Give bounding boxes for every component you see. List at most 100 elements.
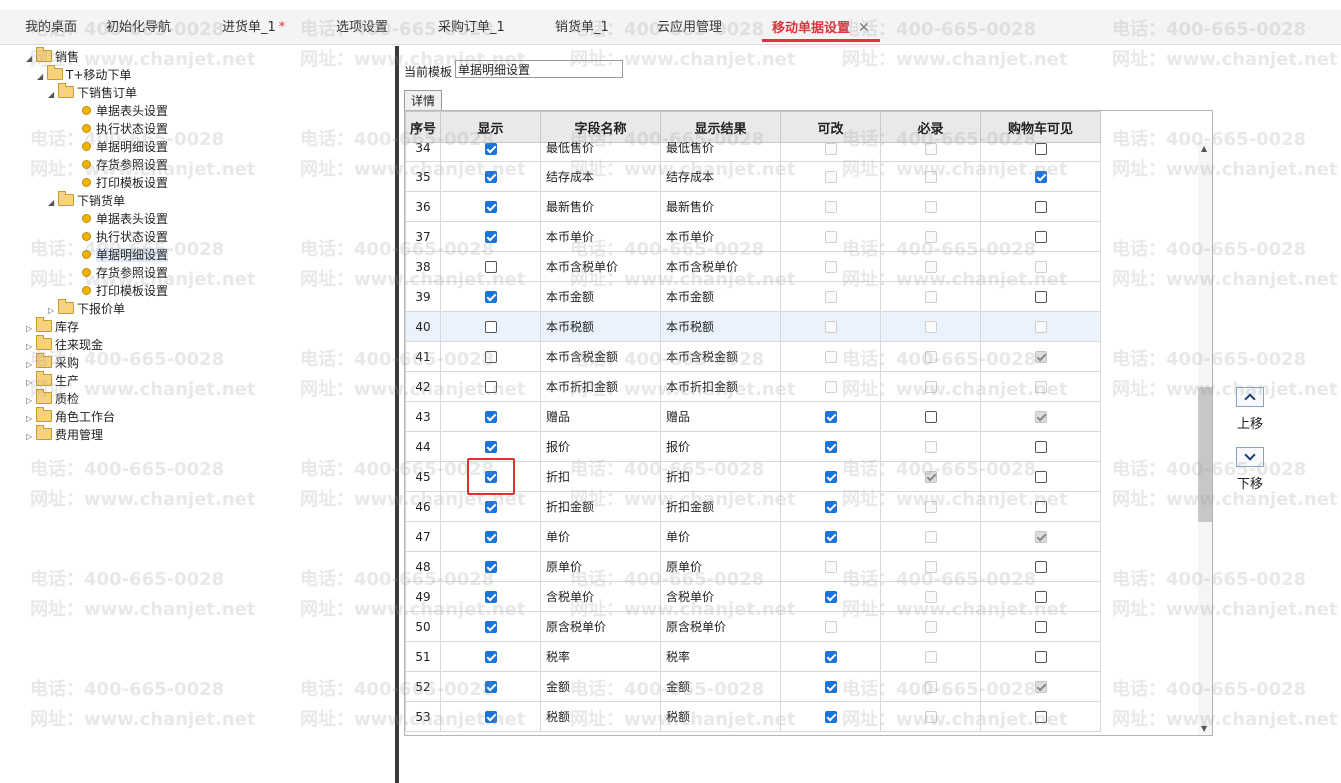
col-header-editable[interactable]: 可改 [780, 111, 881, 143]
show-checkbox[interactable] [484, 201, 497, 213]
editable-checkbox[interactable] [824, 591, 837, 603]
cart-checkbox[interactable] [1034, 501, 1047, 513]
col-header-result[interactable]: 显示结果 [660, 111, 781, 143]
show-checkbox[interactable] [484, 681, 497, 693]
tab-options[interactable]: 选项设置 [336, 10, 388, 44]
table-row[interactable]: 46 折扣金额 折扣金额 [405, 491, 1101, 522]
table-row[interactable]: 37 本币单价 本币单价 [405, 221, 1101, 252]
table-row[interactable]: 43 赠品 赠品 [405, 401, 1101, 432]
tree-folder[interactable]: ◢ 下销售订单 [48, 83, 137, 104]
scroll-up-icon[interactable]: ▲ [1201, 144, 1207, 153]
tab-purchase-receipt[interactable]: 进货单_1 * [222, 10, 285, 44]
col-header-cart[interactable]: 购物车可见 [980, 111, 1101, 143]
editable-checkbox[interactable] [824, 411, 837, 423]
show-checkbox[interactable] [484, 501, 497, 513]
table-row[interactable]: 38 本币含税单价 本币含税单价 [405, 251, 1101, 282]
expanded-arrow-icon[interactable]: ◢ [48, 86, 58, 104]
show-checkbox[interactable] [484, 143, 497, 155]
cart-checkbox[interactable] [1034, 471, 1047, 483]
show-checkbox[interactable] [484, 591, 497, 603]
cart-checkbox[interactable] [1034, 561, 1047, 573]
cart-checkbox[interactable] [1034, 591, 1047, 603]
table-row[interactable]: 48 原单价 原单价 [405, 551, 1101, 582]
cart-checkbox[interactable] [1034, 201, 1047, 213]
tab-cloud-apps[interactable]: 云应用管理 [657, 10, 722, 44]
show-checkbox[interactable] [484, 411, 497, 423]
table-row[interactable]: 36 最新售价 最新售价 [405, 191, 1101, 222]
show-checkbox[interactable] [484, 261, 497, 273]
tab-mobile-doc-settings[interactable]: 移动单据设置 ✕ [762, 10, 880, 42]
table-row[interactable]: 40 本币税额 本币税额 [405, 311, 1101, 342]
col-header-show[interactable]: 显示 [440, 111, 541, 143]
tree-leaf[interactable]: 单据表头设置 [82, 210, 168, 228]
table-row[interactable]: 49 含税单价 含税单价 [405, 581, 1101, 612]
show-checkbox[interactable] [484, 651, 497, 663]
editable-checkbox[interactable] [824, 711, 837, 723]
template-field[interactable]: 单据明细设置 [455, 60, 623, 78]
editable-checkbox[interactable] [824, 441, 837, 453]
tree-folder[interactable]: ◢ 下销货单 [48, 191, 125, 212]
tree-leaf[interactable]: 单据明细设置 [82, 246, 169, 264]
editable-checkbox[interactable] [824, 651, 837, 663]
table-row[interactable]: 41 本币含税金额 本币含税金额 [405, 341, 1101, 372]
col-header-field[interactable]: 字段名称 [540, 111, 661, 143]
tree-folder[interactable]: ▷ 费用管理 [26, 425, 103, 446]
editable-checkbox[interactable] [824, 531, 837, 543]
tree-leaf[interactable]: 存货参照设置 [82, 264, 168, 282]
editable-checkbox[interactable] [824, 681, 837, 693]
tree-leaf[interactable]: 执行状态设置 [82, 120, 168, 138]
table-row[interactable]: 50 原含税单价 原含税单价 [405, 611, 1101, 642]
cart-checkbox[interactable] [1034, 291, 1047, 303]
show-checkbox[interactable] [484, 321, 497, 333]
table-row[interactable]: 51 税率 税率 [405, 641, 1101, 672]
show-checkbox[interactable] [484, 561, 497, 573]
expanded-arrow-icon[interactable]: ◢ [37, 68, 47, 86]
vertical-scrollbar[interactable]: ▲ ▼ [1198, 142, 1212, 735]
show-checkbox[interactable] [484, 351, 497, 363]
tree-leaf[interactable]: 单据表头设置 [82, 102, 168, 120]
show-checkbox[interactable] [484, 711, 497, 723]
tree-leaf[interactable]: 存货参照设置 [82, 156, 168, 174]
tab-init-nav[interactable]: 初始化导航 [106, 10, 171, 44]
table-row[interactable]: 39 本币金额 本币金额 [405, 281, 1101, 312]
move-down-button[interactable] [1236, 447, 1264, 467]
cart-checkbox[interactable] [1034, 621, 1047, 633]
cart-checkbox[interactable] [1034, 171, 1047, 183]
tree-leaf[interactable]: 打印模板设置 [82, 282, 168, 300]
table-row[interactable]: 34 最低售价 最低售价 [405, 142, 1101, 162]
col-header-no[interactable]: 序号 [405, 111, 441, 143]
cart-checkbox[interactable] [1034, 441, 1047, 453]
scroll-thumb[interactable] [1198, 387, 1212, 522]
col-header-required[interactable]: 必录 [880, 111, 981, 143]
tree-leaf[interactable]: 打印模板设置 [82, 174, 168, 192]
tree-folder[interactable]: ◢ T+移动下单 [37, 65, 131, 86]
tree-folder[interactable]: ▷ 生产 [26, 371, 79, 390]
tab-purchase-order[interactable]: 采购订单_1 [438, 10, 505, 44]
show-checkbox[interactable] [484, 171, 497, 183]
show-checkbox[interactable] [484, 381, 497, 393]
editable-checkbox[interactable] [824, 471, 837, 483]
panel-splitter[interactable] [395, 46, 399, 783]
collapsed-arrow-icon[interactable]: ▷ [26, 428, 36, 446]
table-row[interactable]: 53 税额 税额 [405, 701, 1101, 732]
editable-checkbox[interactable] [824, 501, 837, 513]
tab-detail[interactable]: 详情 [404, 90, 442, 111]
scroll-down-icon[interactable]: ▼ [1201, 724, 1207, 733]
expanded-arrow-icon[interactable]: ◢ [26, 50, 36, 68]
table-row[interactable]: 47 单价 单价 [405, 521, 1101, 552]
table-row[interactable]: 42 本币折扣金额 本币折扣金额 [405, 371, 1101, 402]
required-checkbox[interactable] [924, 411, 937, 423]
tree-folder[interactable]: ▷ 下报价单 [48, 299, 125, 318]
show-checkbox[interactable] [484, 531, 497, 543]
tab-sales-delivery[interactable]: 销货单_1 [555, 10, 609, 44]
move-up-button[interactable] [1236, 387, 1264, 407]
tree-leaf[interactable]: 执行状态设置 [82, 228, 168, 246]
expanded-arrow-icon[interactable]: ◢ [48, 194, 58, 212]
tree-leaf[interactable]: 单据明细设置 [82, 138, 168, 156]
tab-desktop[interactable]: 我的桌面 [25, 10, 77, 44]
table-row[interactable]: 44 报价 报价 [405, 431, 1101, 462]
cart-checkbox[interactable] [1034, 651, 1047, 663]
tree-folder[interactable]: ▷ 往来现金 [26, 335, 103, 354]
show-checkbox[interactable] [484, 621, 497, 633]
table-row[interactable]: 52 金额 金额 [405, 671, 1101, 702]
